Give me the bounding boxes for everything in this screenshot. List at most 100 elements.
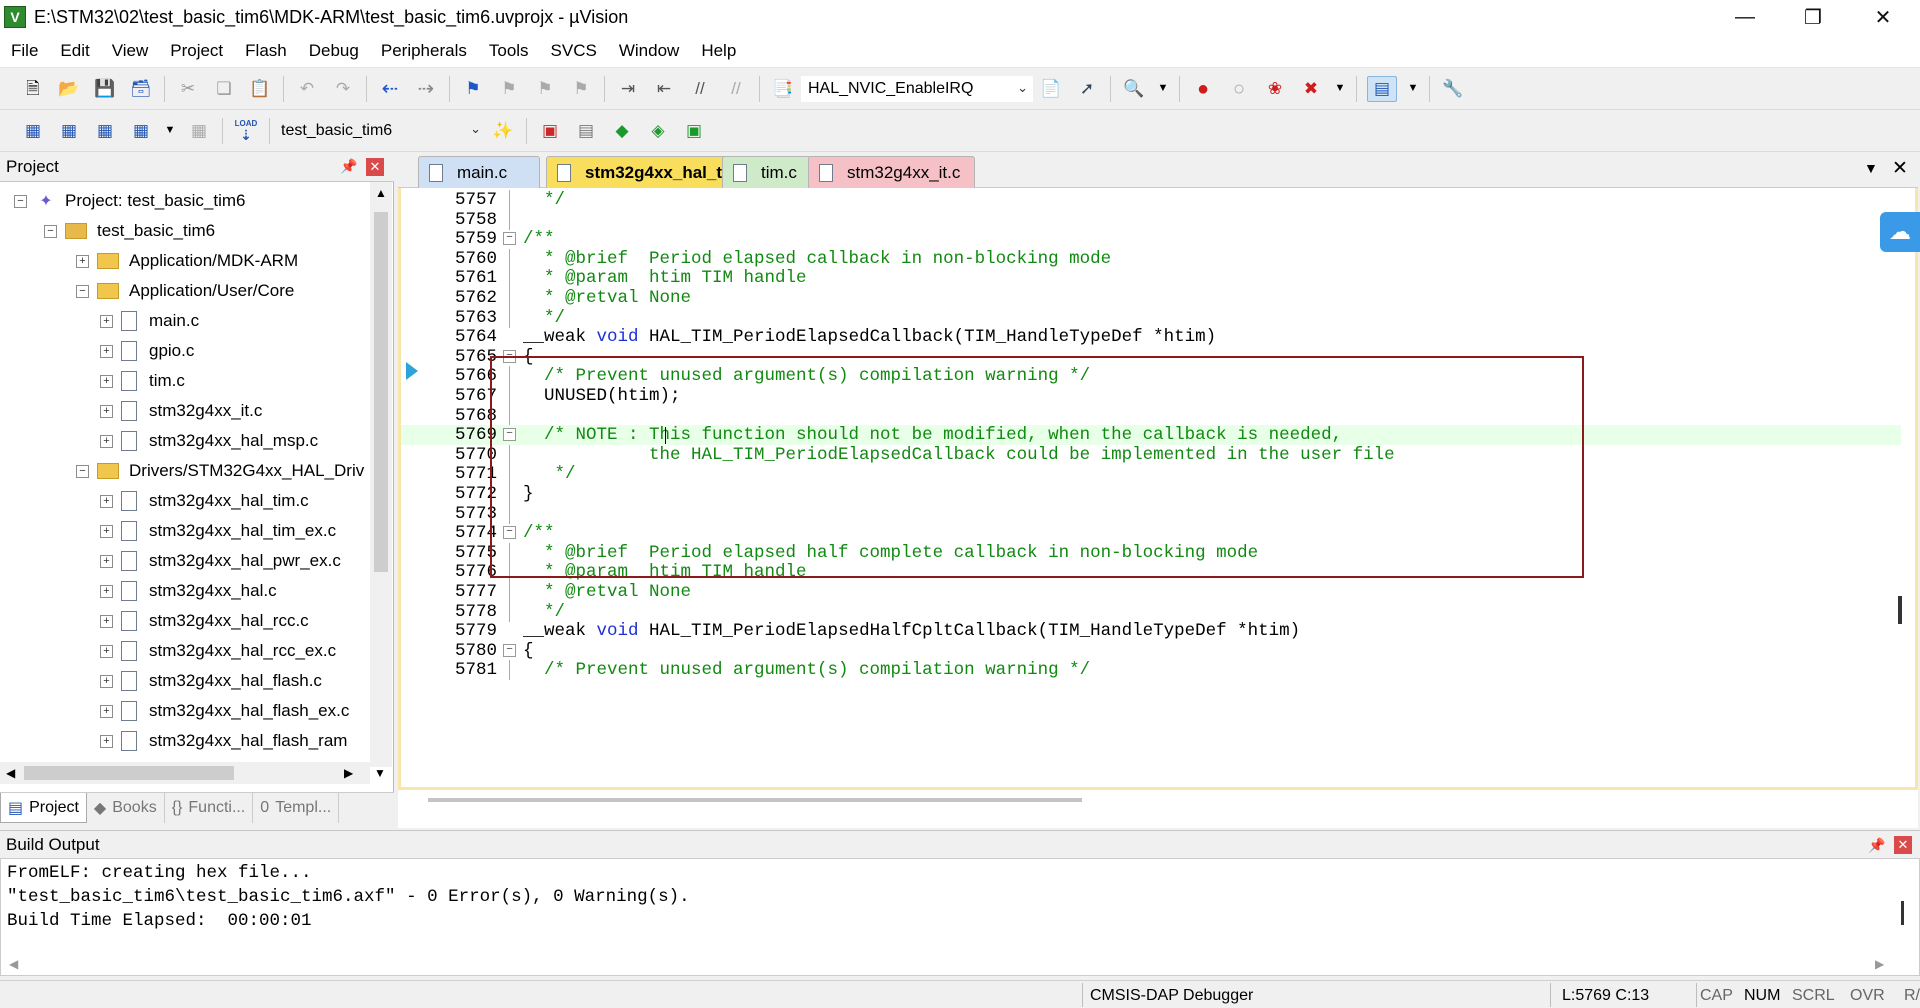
tree-item-stm32g4xx-it-c[interactable]: + stm32g4xx_it.c [100, 396, 262, 426]
panel-tab-functi[interactable]: {} Functi... [165, 793, 254, 823]
expand-plus-icon[interactable]: + [100, 494, 113, 508]
new-file-icon[interactable]: 🗎 [20, 76, 46, 102]
bookmark-clear-icon[interactable]: ⚑ [568, 76, 594, 102]
tree-item-stm32g4xx-hal-msp-c[interactable]: + stm32g4xx_hal_msp.c [100, 426, 318, 456]
navigate-forward-icon[interactable]: ⇢ [413, 76, 439, 102]
bookmark-next-icon[interactable]: ⚑ [532, 76, 558, 102]
breakpoint-kill-all-icon[interactable]: ✖ [1298, 76, 1324, 102]
menu-edit[interactable]: Edit [49, 41, 100, 61]
redo-icon[interactable]: ↷ [330, 76, 356, 102]
paste-icon[interactable]: 📋 [247, 76, 273, 102]
project-tree-hscrollbar[interactable]: ◀ ▶ ▼ [0, 762, 386, 784]
menu-file[interactable]: File [0, 41, 49, 61]
tree-item-test-basic-tim6[interactable]: − test_basic_tim6 [44, 216, 215, 246]
uvision-app-icon[interactable]: V [4, 6, 26, 28]
expand-plus-icon[interactable]: + [100, 674, 113, 688]
panel-tab-project[interactable]: ▤ Project [0, 793, 87, 823]
copy-icon[interactable]: ❏ [211, 76, 237, 102]
debug-session-icon[interactable]: 🔍 [1121, 76, 1147, 102]
bookmark-prev-icon[interactable]: ⚑ [496, 76, 522, 102]
build-output-text[interactable]: ◀ ▶ FromELF: creating hex file... "test_b… [0, 858, 1920, 976]
code-vscroll-thumb[interactable] [1898, 596, 1902, 624]
collapse-minus-icon[interactable]: − [14, 194, 27, 208]
navigate-back-icon[interactable]: ⇠ [377, 76, 403, 102]
scroll-left-icon[interactable]: ◀ [6, 766, 15, 780]
close-panel-button[interactable]: ✕ [366, 158, 384, 176]
code-line[interactable]: 5779 __weak void HAL_TIM_PeriodElapsedHal… [401, 621, 1901, 641]
expand-plus-icon[interactable]: + [100, 644, 113, 658]
expand-plus-icon[interactable]: + [100, 554, 113, 568]
expand-plus-icon[interactable]: + [100, 404, 113, 418]
save-icon[interactable]: 💾 [92, 76, 118, 102]
code-line[interactable]: 5762 * @retval None [401, 288, 1901, 308]
minimize-button[interactable]: — [1712, 0, 1778, 34]
collapse-minus-icon[interactable]: − [44, 224, 57, 238]
tree-item-application-mdk-arm[interactable]: + Application/MDK-ARM [76, 246, 298, 276]
editor-tab-stm32g4xx-it-c[interactable]: stm32g4xx_it.c [808, 156, 976, 188]
manage-project-items-icon[interactable]: ▣ [537, 118, 563, 144]
menu-svcs[interactable]: SVCS [540, 41, 608, 61]
download-load-icon[interactable]: LOAD ⇣ [233, 118, 259, 144]
panel-tab-templ[interactable]: 0 Templ... [253, 793, 340, 823]
fold-gutter[interactable]: − [503, 641, 517, 661]
tree-item-project-test-basic-tim6[interactable]: − ✦ Project: test_basic_tim6 [14, 186, 245, 216]
expand-plus-icon[interactable]: + [100, 734, 113, 748]
build-icon[interactable]: ▦ [56, 118, 82, 144]
code-line[interactable]: 5763 */ [401, 307, 1901, 328]
manage-run-time-environment-icon[interactable]: ◆ [609, 118, 635, 144]
code-line[interactable]: 5780−{ [401, 641, 1901, 661]
pack-installer-icon[interactable]: ▣ [681, 118, 707, 144]
tree-item-stm32g4xx-hal-tim-ex-c[interactable]: + stm32g4xx_hal_tim_ex.c [100, 516, 336, 546]
chevron-down-icon[interactable]: ▼ [1334, 76, 1346, 102]
find-icon[interactable]: 📄 [1038, 76, 1064, 102]
window-layout-icon[interactable]: ▤ [1367, 75, 1397, 102]
collapse-minus-icon[interactable]: − [76, 464, 89, 478]
manage-multi-project-icon[interactable]: ▤ [573, 118, 599, 144]
chevron-down-icon[interactable]: ▼ [164, 118, 176, 144]
expand-plus-icon[interactable]: + [76, 254, 89, 268]
tree-item-tim-c[interactable]: + tim.c [100, 366, 185, 396]
breakpoint-disable-all-icon[interactable]: ❀ [1262, 76, 1288, 102]
menu-view[interactable]: View [101, 41, 160, 61]
bookmark-toggle-icon[interactable]: ⚑ [460, 76, 486, 102]
code-line[interactable]: 5778 */ [401, 601, 1901, 622]
target-select[interactable]: test_basic_tim6 ⌄ [275, 117, 485, 144]
code-line[interactable]: 5781 /* Prevent unused argument(s) compi… [401, 660, 1901, 681]
configure-wrench-icon[interactable]: 🔧 [1440, 76, 1466, 102]
close-window-button[interactable]: ✕ [1850, 0, 1916, 34]
code-line[interactable]: 5777 * @retval None [401, 582, 1901, 602]
breakpoint-insert-icon[interactable]: ● [1190, 76, 1216, 102]
chevron-down-icon[interactable]: ⌄ [1017, 80, 1028, 96]
expand-plus-icon[interactable]: + [100, 704, 113, 718]
rebuild-icon[interactable]: ▦ [92, 118, 118, 144]
code-line[interactable]: 5758 [401, 209, 1901, 230]
tree-item-main-c[interactable]: + main.c [100, 306, 199, 336]
project-tree-vscrollbar[interactable]: ▲ [370, 182, 392, 767]
tree-item-stm32g4xx-hal-flash-c[interactable]: + stm32g4xx_hal_flash.c [100, 666, 322, 696]
close-editor-icon[interactable]: ✕ [1892, 157, 1908, 180]
fold-gutter[interactable]: − [503, 229, 517, 249]
expand-plus-icon[interactable]: + [100, 434, 113, 448]
save-all-icon[interactable]: 🗃 [128, 76, 154, 102]
scroll-down-icon[interactable]: ▼ [374, 766, 386, 780]
expand-plus-icon[interactable]: + [100, 614, 113, 628]
menu-flash[interactable]: Flash [234, 41, 298, 61]
tree-item-stm32g4xx-hal-flash-ram[interactable]: + stm32g4xx_hal_flash_ram [100, 726, 347, 756]
translate-icon[interactable]: ▦ [20, 118, 46, 144]
code-line[interactable]: 5760 * @brief Period elapsed callback in… [401, 248, 1901, 269]
menu-help[interactable]: Help [690, 41, 747, 61]
tree-item-stm32g4xx-hal-flash-ex-c[interactable]: + stm32g4xx_hal_flash_ex.c [100, 696, 349, 726]
select-software-packs-icon[interactable]: ◈ [645, 118, 671, 144]
close-panel-button[interactable]: ✕ [1894, 836, 1912, 854]
editor-tab-tim-c[interactable]: tim.c [722, 156, 812, 188]
find-in-files-icon[interactable]: 📑 [770, 76, 796, 102]
scroll-left-icon[interactable]: ◀ [9, 957, 18, 971]
tree-item-stm32g4xx-hal-pwr-ex-c[interactable]: + stm32g4xx_hal_pwr_ex.c [100, 546, 341, 576]
code-line[interactable]: 5759−/** [401, 229, 1901, 249]
fold-collapse-icon[interactable]: − [503, 232, 516, 246]
tree-item-application-user-core[interactable]: − Application/User/Core [76, 276, 294, 306]
open-file-icon[interactable]: 📂 [56, 76, 82, 102]
menu-project[interactable]: Project [159, 41, 234, 61]
pin-icon[interactable]: 📌 [340, 158, 357, 175]
chevron-down-icon[interactable]: ▼ [1407, 76, 1419, 102]
